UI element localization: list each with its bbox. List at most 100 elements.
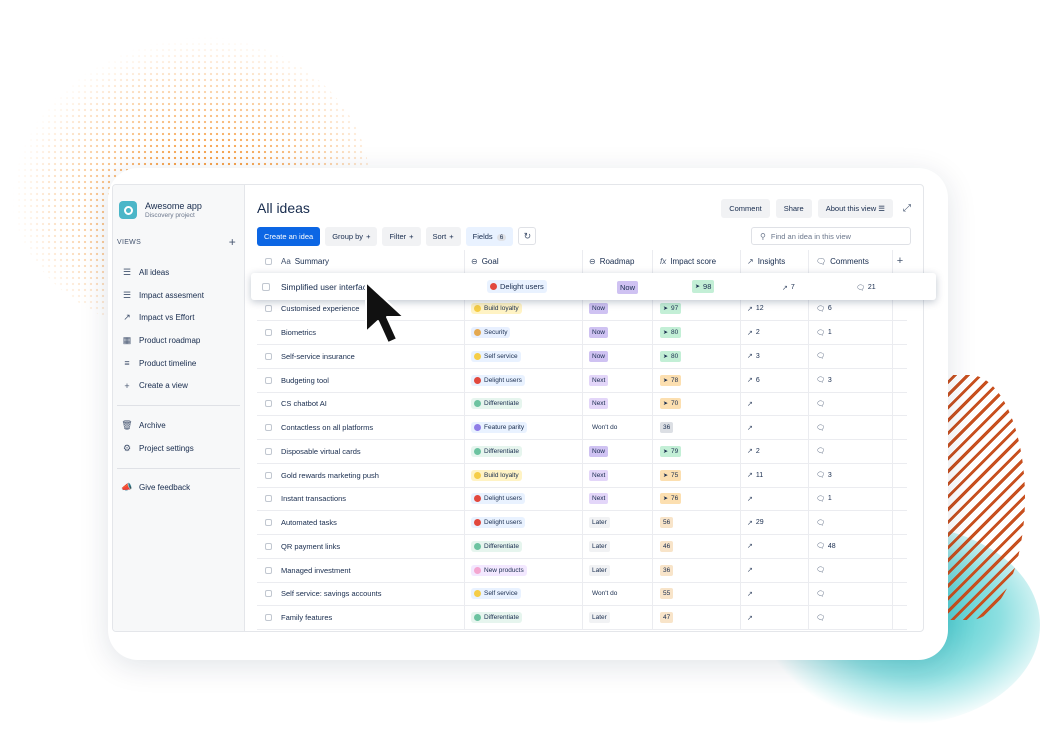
- table-row[interactable]: Customised experience Build loyalty Now ➤ 97…: [257, 297, 907, 322]
- dragged-row[interactable]: Simplified user interface Delight users …: [251, 273, 936, 300]
- table-row[interactable]: Contactless on all platforms Feature pari…: [257, 416, 907, 440]
- goal-cell[interactable]: Self service: [465, 582, 583, 606]
- summary-cell[interactable]: Managed investment: [279, 558, 465, 582]
- sidebar-item-view[interactable]: ▦ Product roadmap: [113, 329, 244, 352]
- insights-cell[interactable]: ↗: [741, 392, 809, 416]
- row-checkbox[interactable]: [257, 329, 279, 337]
- column-header-impact[interactable]: fx Impact score: [653, 250, 741, 273]
- sort-button[interactable]: Sort +: [425, 226, 461, 246]
- summary-cell[interactable]: Automated tasks: [279, 511, 465, 534]
- roadmap-cell[interactable]: Won't do: [583, 582, 653, 606]
- summary-cell[interactable]: Family features: [279, 606, 465, 629]
- goal-cell[interactable]: Delight users: [465, 511, 583, 534]
- column-header-goal[interactable]: ⊖ Goal: [465, 250, 583, 273]
- comments-cell[interactable]: 🗨: [809, 511, 893, 534]
- insights-cell[interactable]: ↗ 12: [741, 297, 809, 321]
- select-all-checkbox[interactable]: [257, 257, 279, 265]
- summary-cell[interactable]: Self service: savings accounts: [279, 582, 465, 606]
- comments-cell[interactable]: 🗨 3: [809, 368, 893, 392]
- column-header-insights[interactable]: ↗ Insights: [741, 250, 809, 273]
- table-row[interactable]: Biometrics Security Now ➤ 80 ↗ 2 🗨 1: [257, 321, 907, 345]
- filter-button[interactable]: Filter +: [382, 226, 421, 246]
- row-checkbox[interactable]: [257, 447, 279, 455]
- comments-cell[interactable]: 🗨: [809, 416, 893, 439]
- roadmap-cell[interactable]: Now: [583, 440, 653, 463]
- insights-cell[interactable]: ↗: [741, 487, 809, 511]
- row-checkbox[interactable]: [251, 282, 281, 291]
- fields-button[interactable]: Fields 6: [465, 226, 514, 246]
- table-row[interactable]: Automated tasks Delight users Later 56 ↗ 29 🗨: [257, 511, 907, 535]
- summary-cell[interactable]: Gold rewards marketing push: [279, 463, 465, 487]
- column-header-roadmap[interactable]: ⊖ Roadmap: [583, 250, 653, 273]
- summary-cell[interactable]: Disposable virtual cards: [279, 440, 465, 463]
- create-idea-button[interactable]: Create an idea: [257, 226, 321, 246]
- insights-cell[interactable]: ↗ 29: [741, 511, 809, 534]
- roadmap-cell[interactable]: Later: [583, 511, 653, 534]
- comments-cell[interactable]: 🗨 1: [809, 321, 893, 344]
- row-checkbox[interactable]: [257, 424, 279, 432]
- add-view-icon[interactable]: +: [229, 235, 236, 249]
- search-input[interactable]: ⚲ Find an idea in this view: [751, 227, 911, 245]
- table-row[interactable]: Managed investment New products Later 36 ↗ 🗨: [257, 558, 907, 583]
- row-checkbox[interactable]: [257, 590, 279, 598]
- roadmap-cell[interactable]: Later: [583, 558, 653, 582]
- insights-cell[interactable]: ↗: [741, 416, 809, 439]
- goal-cell[interactable]: Differentiate: [465, 392, 583, 416]
- sidebar-item-view[interactable]: ☰ Impact assesment: [113, 284, 244, 307]
- insights-cell[interactable]: ↗ 11: [741, 463, 809, 487]
- goal-cell[interactable]: New products: [465, 558, 583, 582]
- row-checkbox[interactable]: [257, 519, 279, 527]
- sidebar-item-archive[interactable]: 🗑 Archive: [113, 414, 244, 437]
- row-checkbox[interactable]: [257, 542, 279, 550]
- group-by-button[interactable]: Group by +: [325, 226, 378, 246]
- table-row[interactable]: Budgeting tool Delight users Next ➤ 78 ↗ 6 🗨 3: [257, 368, 907, 393]
- goal-cell[interactable]: Build loyalty: [465, 463, 583, 487]
- table-row[interactable]: Disposable virtual cards Differentiate Now…: [257, 440, 907, 464]
- summary-cell[interactable]: Budgeting tool: [279, 368, 465, 392]
- goal-cell[interactable]: Differentiate: [465, 606, 583, 629]
- roadmap-cell[interactable]: Next: [583, 368, 653, 392]
- goal-cell[interactable]: Differentiate: [465, 535, 583, 558]
- row-checkbox[interactable]: [257, 566, 279, 574]
- roadmap-cell[interactable]: Next: [583, 463, 653, 487]
- table-row[interactable]: Family features Differentiate Later 47 ↗ 🗨: [257, 606, 907, 630]
- comments-cell[interactable]: 🗨: [809, 345, 893, 368]
- goal-cell[interactable]: Feature parity: [465, 416, 583, 439]
- comments-cell[interactable]: 🗨 6: [809, 297, 893, 321]
- sidebar-item-view[interactable]: ↗ Impact vs Effort: [113, 306, 244, 329]
- sidebar-item-view[interactable]: + Create a view: [113, 374, 244, 397]
- share-button[interactable]: Share: [775, 198, 812, 218]
- project-header[interactable]: Awesome app Discovery project: [113, 201, 244, 219]
- dragged-comments-cell[interactable]: 🗨 21: [848, 282, 928, 292]
- goal-cell[interactable]: Security: [465, 321, 583, 344]
- insights-cell[interactable]: ↗ 2: [741, 440, 809, 463]
- sidebar-item-feedback[interactable]: 📣 Give feedback: [113, 477, 244, 500]
- goal-cell[interactable]: Delight users: [465, 368, 583, 392]
- row-checkbox[interactable]: [257, 614, 279, 622]
- sidebar-item-view[interactable]: ☰ All ideas: [113, 261, 244, 284]
- comments-cell[interactable]: 🗨 1: [809, 487, 893, 511]
- sidebar-item-settings[interactable]: ⚙ Project settings: [113, 437, 244, 460]
- comments-cell[interactable]: 🗨: [809, 440, 893, 463]
- row-checkbox[interactable]: [257, 352, 279, 360]
- table-row[interactable]: Gold rewards marketing push Build loyalty…: [257, 463, 907, 488]
- roadmap-cell[interactable]: Next: [583, 392, 653, 416]
- summary-cell[interactable]: CS chatbot AI: [279, 392, 465, 416]
- goal-cell[interactable]: Self service: [465, 345, 583, 368]
- comments-cell[interactable]: 🗨 48: [809, 535, 893, 558]
- insights-cell[interactable]: ↗: [741, 582, 809, 606]
- comments-cell[interactable]: 🗨 3: [809, 463, 893, 487]
- table-row[interactable]: QR payment links Differentiate Later 46 ↗ 🗨 48: [257, 535, 907, 559]
- column-header-summary[interactable]: Aa Summary: [279, 250, 465, 273]
- refresh-icon[interactable]: ↻: [518, 227, 537, 245]
- row-checkbox[interactable]: [257, 376, 279, 384]
- summary-cell[interactable]: Instant transactions: [279, 487, 465, 511]
- insights-cell[interactable]: ↗: [741, 535, 809, 558]
- table-row[interactable]: Self service: savings accounts Self servi…: [257, 582, 907, 607]
- row-checkbox[interactable]: [257, 471, 279, 479]
- roadmap-cell[interactable]: Next: [583, 487, 653, 511]
- comments-cell[interactable]: 🗨: [809, 582, 893, 606]
- add-column-icon[interactable]: +: [893, 255, 907, 267]
- comment-button[interactable]: Comment: [721, 198, 770, 218]
- about-view-button[interactable]: About this view ☰: [817, 198, 893, 218]
